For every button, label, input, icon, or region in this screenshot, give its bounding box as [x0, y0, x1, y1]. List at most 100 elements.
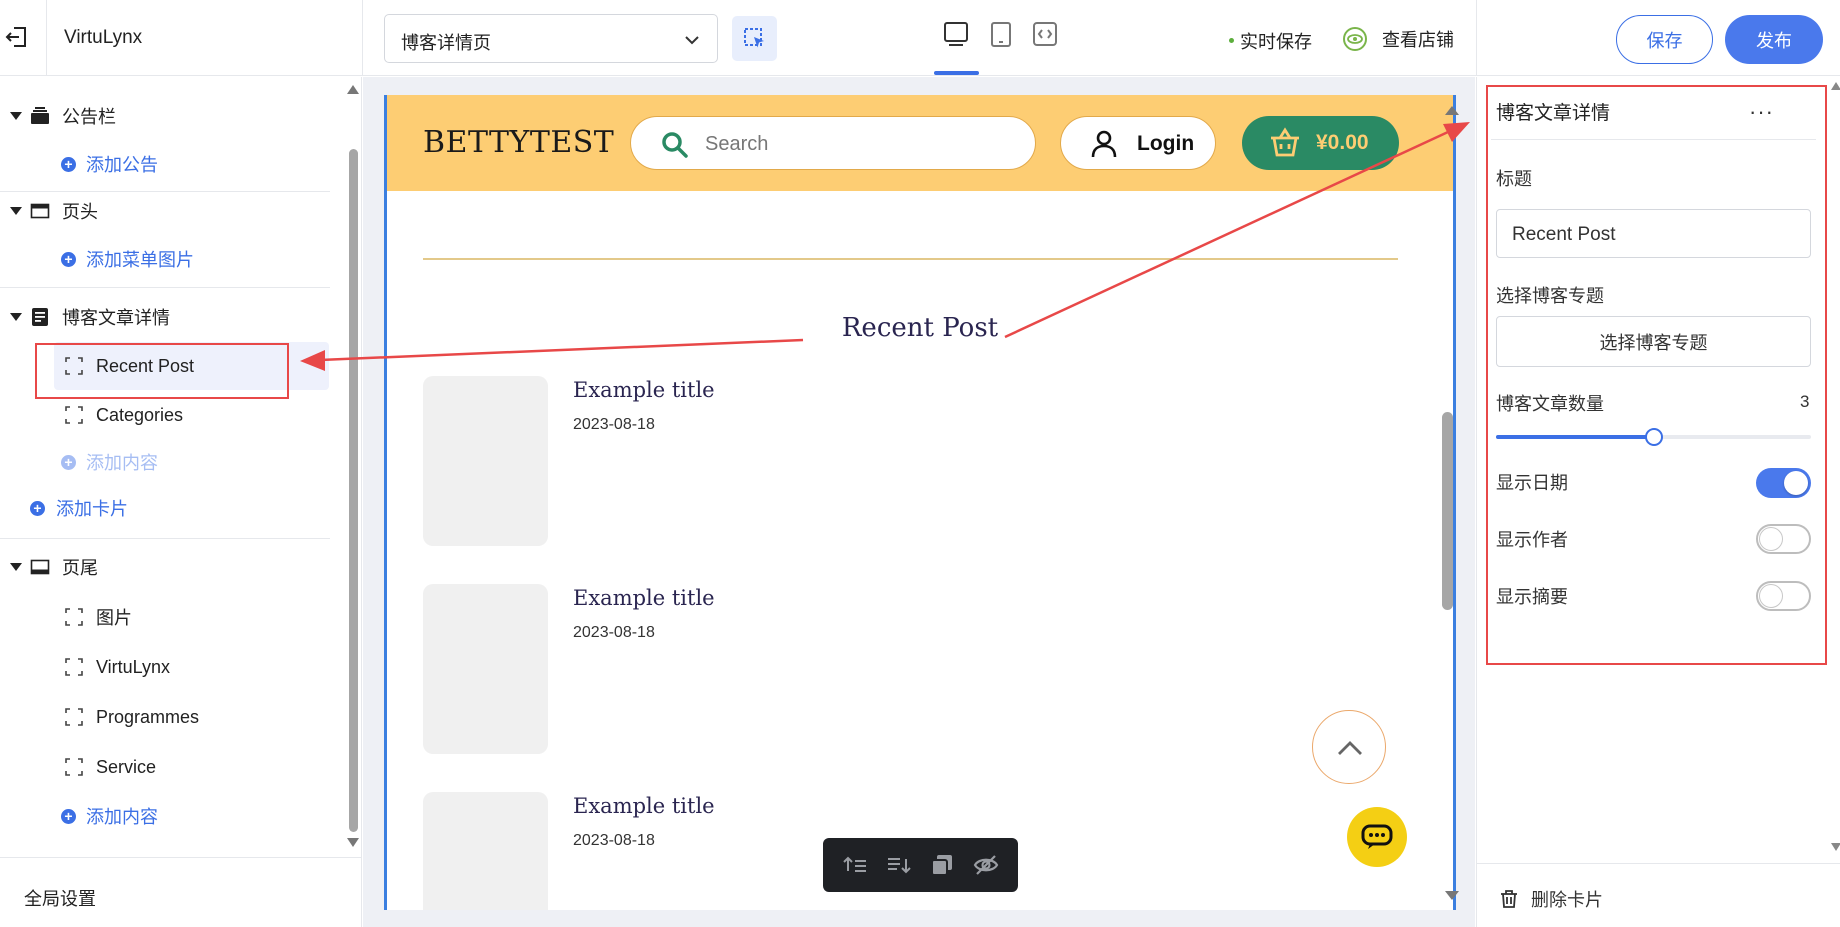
section-label: 页尾	[62, 558, 98, 578]
tree-item-label: Categories	[96, 404, 184, 425]
annotation-highlight-box	[35, 343, 289, 399]
publish-button[interactable]: 发布	[1725, 15, 1823, 64]
post-title[interactable]: Example title	[573, 794, 715, 818]
caret-down-icon[interactable]	[10, 207, 22, 215]
view-store-link[interactable]: 查看店铺	[1342, 26, 1454, 52]
login-label: Login	[1137, 132, 1195, 155]
post-thumbnail[interactable]	[423, 792, 548, 910]
tree-item-service[interactable]: Service	[0, 747, 330, 787]
section-footer[interactable]: 页尾	[0, 547, 330, 587]
section-divider	[0, 538, 330, 539]
view-store-label: 查看店铺	[1382, 30, 1454, 50]
global-settings-label: 全局设置	[24, 889, 96, 909]
chat-icon	[1361, 824, 1393, 849]
global-settings-button[interactable]: 全局设置	[0, 857, 362, 927]
select-cursor-icon	[744, 28, 764, 48]
caret-down-icon[interactable]	[10, 563, 22, 571]
store-cart-button[interactable]: ¥0.00	[1242, 116, 1399, 170]
section-announcement[interactable]: 公告栏	[0, 96, 330, 136]
block-frame-icon	[65, 608, 83, 626]
page-preview: BETTYTEST Search Login ¥0.00 Recent Post…	[384, 95, 1456, 910]
move-down-icon[interactable]	[886, 852, 912, 878]
app-title: VirtuLynx	[64, 27, 143, 48]
block-floating-toolbar	[823, 838, 1018, 892]
tree-item-image[interactable]: 图片	[0, 597, 330, 637]
store-eye-icon	[1343, 27, 1367, 51]
toolbar-divider	[362, 0, 363, 76]
add-label: 添加菜单图片	[86, 250, 194, 270]
save-button[interactable]: 保存	[1616, 15, 1713, 64]
tree-item-virtulynx[interactable]: VirtuLynx	[0, 647, 330, 687]
post-thumbnail[interactable]	[423, 584, 548, 754]
store-search-input[interactable]: Search	[630, 116, 1036, 170]
tree-item-categories[interactable]: Categories	[0, 395, 330, 435]
store-brand: BETTYTEST	[423, 125, 615, 160]
section-blog-detail[interactable]: 博客文章详情	[0, 297, 330, 337]
tree-item-programmes[interactable]: Programmes	[0, 697, 330, 737]
block-frame-icon	[65, 708, 83, 726]
tree-item-label: Programmes	[96, 706, 200, 727]
save-status: 实时保存	[1226, 28, 1312, 54]
add-footer-content-button[interactable]: + 添加内容	[0, 796, 330, 836]
add-label: 添加卡片	[56, 499, 128, 519]
post-title[interactable]: Example title	[573, 378, 715, 402]
add-circle-icon: +	[61, 808, 76, 824]
search-icon	[662, 132, 688, 158]
code-icon[interactable]	[1031, 20, 1061, 50]
desktop-icon[interactable]	[942, 20, 972, 50]
post-title[interactable]: Example title	[573, 586, 715, 610]
element-picker-button[interactable]	[732, 16, 777, 61]
recent-post-heading[interactable]: Recent Post	[387, 313, 1453, 343]
add-menu-image-button[interactable]: + 添加菜单图片	[0, 239, 330, 279]
block-frame-icon	[65, 406, 83, 424]
scroll-up-icon[interactable]	[1445, 106, 1459, 115]
tree-item-label: 图片	[96, 608, 132, 628]
add-circle-icon: +	[61, 454, 76, 470]
tree-item-label: VirtuLynx	[96, 656, 171, 677]
add-content-button[interactable]: + 添加内容	[0, 442, 330, 482]
move-up-icon[interactable]	[842, 852, 868, 878]
scroll-down-icon[interactable]	[1445, 891, 1459, 900]
section-divider	[0, 287, 330, 288]
store-header[interactable]: BETTYTEST Search Login ¥0.00	[387, 95, 1453, 191]
add-label: 添加公告	[86, 155, 158, 175]
add-card-button[interactable]: + 添加卡片	[0, 488, 330, 528]
tree-item-label: Service	[96, 756, 157, 777]
caret-down-icon[interactable]	[10, 112, 22, 120]
scroll-to-top-button[interactable]	[1312, 710, 1386, 784]
post-card[interactable]: Example title 2023-08-18	[423, 376, 1363, 546]
section-label: 公告栏	[62, 107, 116, 127]
chat-button[interactable]	[1347, 807, 1407, 867]
exit-icon[interactable]	[4, 24, 30, 50]
scroll-down-icon[interactable]	[347, 838, 359, 847]
cart-amount: ¥0.00	[1316, 131, 1369, 154]
caret-down-icon[interactable]	[10, 313, 22, 321]
add-circle-icon: +	[61, 156, 76, 172]
preview-scrollbar[interactable]	[1442, 412, 1453, 610]
section-header[interactable]: 页头	[0, 191, 330, 231]
save-status-text: 实时保存	[1240, 32, 1312, 52]
hide-icon[interactable]	[973, 852, 999, 878]
tablet-icon[interactable]	[987, 20, 1017, 50]
scroll-down-icon[interactable]	[1831, 843, 1840, 851]
scroll-up-icon[interactable]	[1831, 82, 1840, 90]
store-login-button[interactable]: Login	[1060, 116, 1216, 170]
section-label: 页头	[62, 202, 98, 222]
duplicate-icon[interactable]	[929, 852, 955, 878]
page-select[interactable]: 博客详情页	[384, 14, 718, 63]
header-icon	[30, 203, 50, 219]
document-icon	[32, 308, 48, 326]
toolbar-divider	[46, 0, 47, 76]
section-tree-sidebar: 公告栏 + 添加公告 页头 + 添加菜单图片 博客文章详情 Recent Pos…	[0, 77, 362, 927]
top-toolbar: VirtuLynx 博客详情页 实时保存 查看店铺 保存 发布	[0, 0, 1840, 76]
basket-icon	[1271, 127, 1299, 157]
post-card[interactable]: Example title 2023-08-18	[423, 584, 1363, 754]
add-announcement-button[interactable]: + 添加公告	[0, 144, 330, 184]
sidebar-scrollbar[interactable]	[349, 149, 358, 832]
scroll-up-icon[interactable]	[347, 85, 359, 94]
post-thumbnail[interactable]	[423, 376, 548, 546]
delete-card-button[interactable]: 删除卡片	[1499, 886, 1603, 912]
add-label: 添加内容	[86, 453, 158, 473]
panel-footer: 删除卡片	[1477, 863, 1840, 927]
block-frame-icon	[65, 758, 83, 776]
